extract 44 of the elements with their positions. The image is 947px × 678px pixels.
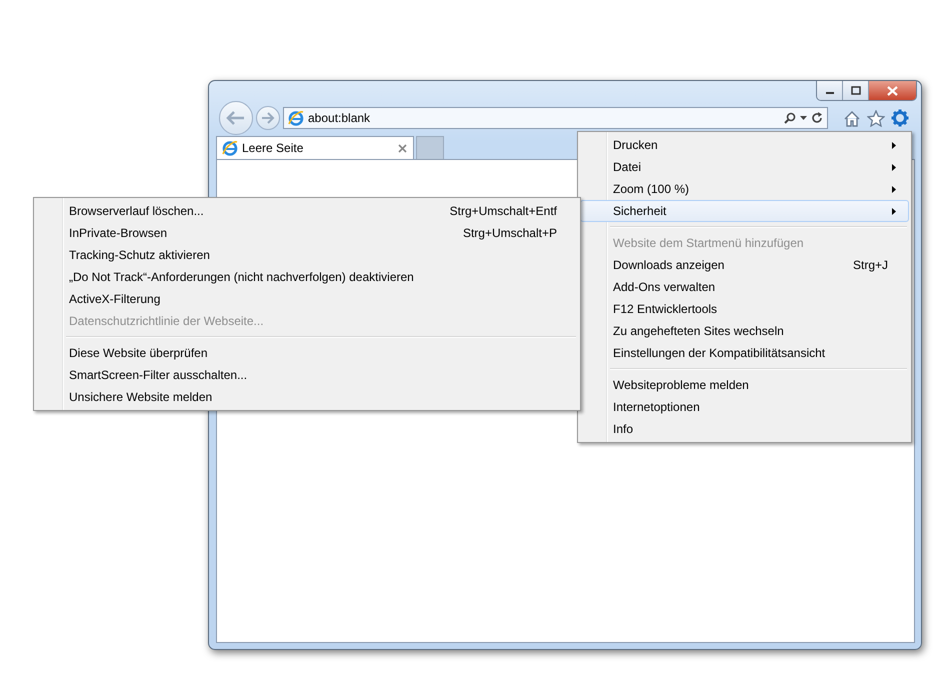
tab[interactable]: Leere Seite (216, 136, 414, 159)
menu-item[interactable]: F12 Entwicklertools (580, 298, 909, 320)
menu-item[interactable]: Add-Ons verwalten (580, 276, 909, 298)
forward-button[interactable] (256, 106, 280, 130)
refresh-icon[interactable] (811, 112, 823, 124)
caret-icon[interactable] (800, 116, 807, 120)
browser-logo-icon (222, 140, 238, 156)
maximize-button[interactable] (843, 81, 869, 100)
menu-item[interactable]: Info (580, 418, 909, 440)
browser-logo-icon (288, 110, 304, 126)
menu-item[interactable]: „Do Not Track“-Anforderungen (nicht nachverfolgen) deaktivieren (36, 266, 578, 288)
shortcut-label: Strg+J (852, 258, 888, 272)
star-icon[interactable] (867, 110, 885, 126)
menu-item[interactable]: ActiveX-Filterung (36, 288, 578, 310)
forward-arrow-icon (261, 112, 275, 124)
search-icon[interactable] (784, 112, 796, 124)
home-icon[interactable] (843, 110, 861, 126)
menu-item[interactable]: Zoom (100 %) (580, 178, 909, 200)
menu-item[interactable]: Sicherheit (580, 200, 909, 222)
menu-item[interactable]: Einstellungen der Kompatibilitätsansicht (580, 342, 909, 364)
menu-item[interactable]: Websiteprobleme melden (580, 374, 909, 396)
address-field[interactable]: about:blank (308, 111, 780, 125)
shortcut-label: Strg+Umschalt+P (462, 226, 557, 240)
menu-item[interactable]: Drucken (580, 134, 909, 156)
menu-item[interactable]: InPrivate-Browsen Strg+Umschalt+P (36, 222, 578, 244)
menu-item[interactable]: Unsichere Website melden (36, 386, 578, 408)
close-icon[interactable] (398, 144, 407, 152)
maximize-icon (850, 86, 860, 95)
menu-item[interactable]: Datei (580, 156, 909, 178)
menu-item[interactable]: Downloads anzeigen Strg+J (580, 254, 909, 276)
settings-icon[interactable] (891, 109, 909, 127)
menu-item[interactable]: Internetoptionen (580, 396, 909, 418)
back-arrow-icon (226, 110, 246, 126)
close-icon (887, 86, 898, 96)
minimize-button[interactable] (817, 81, 843, 100)
menu-item[interactable]: Browserverlauf löschen... Strg+Umschalt+Entf (36, 200, 578, 222)
menu-item[interactable]: SmartScreen-Filter ausschalten... (36, 364, 578, 386)
close-button[interactable] (869, 81, 916, 100)
back-button[interactable] (219, 101, 253, 135)
menu-item[interactable]: Tracking-Schutz aktivieren (36, 244, 578, 266)
menu-item[interactable]: Diese Website überprüfen (36, 342, 578, 364)
menu-item[interactable]: Zu angehefteten Sites wechseln (580, 320, 909, 342)
address-bar[interactable]: about:blank (283, 107, 828, 129)
shortcut-label: Strg+Umschalt+Entf (450, 204, 557, 218)
